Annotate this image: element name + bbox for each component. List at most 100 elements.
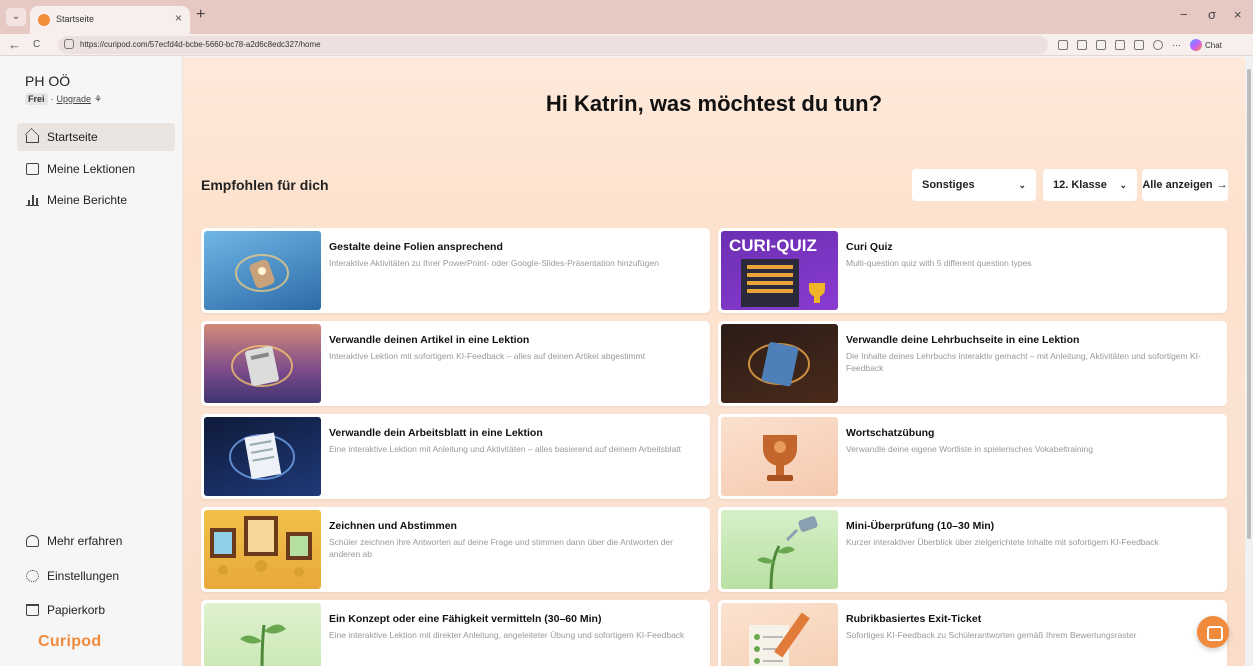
sidebar-item-startseite[interactable]: Startseite	[17, 123, 175, 151]
upgrade-icon: ⚘	[94, 93, 103, 104]
chevron-down-icon: ⌄	[1018, 179, 1026, 190]
subject-select[interactable]: Sonstiges ⌄	[912, 169, 1036, 201]
card-title: Verwandle deine Lehrbuchseite in eine Le…	[846, 334, 1080, 346]
support-chat-button[interactable]	[1197, 616, 1229, 648]
arrow-right-icon: →	[1216, 179, 1228, 191]
concept-thumbnail	[204, 603, 321, 666]
sidebar-item-papierkorb[interactable]: Papierkorb	[17, 596, 175, 624]
section-title: Empfohlen für dich	[201, 177, 329, 193]
browser-tab-strip: ⌄ Startseite × + − σ ×	[0, 0, 1253, 34]
show-all-button[interactable]: Alle anzeigen →	[1142, 169, 1228, 201]
grade-select-value: 12. Klasse	[1053, 179, 1107, 191]
gear-icon	[26, 570, 39, 582]
sidebar-item-label: Papierkorb	[47, 603, 106, 617]
sprout-illustration	[240, 624, 286, 666]
quiz-thumbnail: CURI-QUIZ	[721, 231, 838, 310]
url-text: https://curipod.com/57ecfd4d-bcbe-5660-b…	[80, 40, 321, 49]
textbook-illustration	[748, 342, 810, 387]
card-description: Eine interaktive Lektion mit Anleitung u…	[329, 444, 682, 454]
template-card-lehrbuch[interactable]: Verwandle deine Lehrbuchseite in eine Le…	[718, 321, 1227, 406]
template-card-konzept[interactable]: Ein Konzept oder eine Fähigkeit vermitte…	[201, 600, 710, 666]
chat-label: Chat	[1205, 40, 1222, 50]
card-description: Verwandle deine eigene Wortliste in spie…	[846, 444, 1093, 454]
template-card-artikel[interactable]: Verwandle deinen Artikel in eine Lektion…	[201, 321, 710, 406]
back-button[interactable]: ←	[8, 37, 21, 52]
new-tab-button[interactable]: +	[196, 6, 205, 24]
zoom-icon[interactable]	[1058, 40, 1068, 50]
template-card-curi-quiz[interactable]: CURI-QUIZ Curi Quiz Multi-question quiz …	[718, 228, 1227, 313]
presentation-thumbnail	[204, 231, 321, 310]
show-all-label: Alle anzeigen	[1142, 179, 1213, 191]
read-aloud-icon[interactable]	[1077, 40, 1087, 50]
template-card-zeichnen[interactable]: Zeichnen und Abstimmen Schüler zeichnen …	[201, 507, 710, 592]
favorite-star-icon[interactable]	[1096, 40, 1106, 50]
sidebar-item-einstellungen[interactable]: Einstellungen	[17, 562, 175, 590]
grade-select[interactable]: 12. Klasse ⌄	[1043, 169, 1137, 201]
quiz-board-illustration: CURI-QUIZ	[729, 236, 825, 307]
card-title: Wortschatzübung	[846, 427, 935, 439]
card-title: Rubrikbasiertes Exit-Ticket	[846, 613, 982, 625]
template-card-exit-ticket[interactable]: Rubrikbasiertes Exit-Ticket Sofortiges K…	[718, 600, 1227, 666]
card-description: Eine interaktive Lektion mit direkter An…	[329, 630, 685, 640]
template-card-arbeitsblatt[interactable]: Verwandle dein Arbeitsblatt in eine Lekt…	[201, 414, 710, 499]
subject-select-value: Sonstiges	[922, 179, 975, 191]
bar-chart-icon	[26, 194, 39, 206]
chevron-down-icon[interactable]: ⌄	[6, 8, 26, 26]
exit-ticket-thumbnail	[721, 603, 838, 666]
article-tablet-illustration	[231, 345, 293, 387]
site-info-icon[interactable]	[64, 39, 74, 49]
card-description: Schüler zeichnen ihre Antworten auf dein…	[329, 537, 673, 559]
chevron-down-icon: ⌄	[1119, 179, 1127, 190]
scrollbar-thumb[interactable]	[1247, 69, 1251, 539]
browser-tab[interactable]: Startseite ×	[30, 6, 190, 34]
sidebar-item-mehr-erfahren[interactable]: Mehr erfahren	[17, 527, 175, 555]
copilot-chat-button[interactable]: Chat	[1190, 39, 1222, 51]
curipod-logo[interactable]: Curipod	[38, 633, 101, 651]
template-card-wortschatz[interactable]: Wortschatzübung Verwandle deine eigene W…	[718, 414, 1227, 499]
remote-clicker-illustration	[235, 254, 289, 292]
worksheet-illustration	[229, 432, 295, 480]
browser-toolbar: ··· Chat	[1058, 38, 1222, 52]
template-card-folien[interactable]: Gestalte deine Folien ansprechend Intera…	[201, 228, 710, 313]
tab-close-icon[interactable]: ×	[175, 11, 182, 25]
sidebar: PH OÖ Frei · Upgrade ⚘ Startseite Meine …	[0, 57, 183, 666]
graduation-cap-icon	[26, 535, 39, 547]
extensions-icon[interactable]	[1115, 40, 1125, 50]
sidebar-item-label: Meine Berichte	[47, 193, 128, 207]
sidebar-item-meine-lektionen[interactable]: Meine Lektionen	[17, 155, 175, 183]
card-description: Multi-question quiz with 5 different que…	[846, 258, 1032, 268]
plan-separator: ·	[50, 94, 54, 104]
card-title: Verwandle dein Arbeitsblatt in eine Lekt…	[329, 427, 543, 439]
textbook-thumbnail	[721, 324, 838, 403]
copilot-icon	[1190, 39, 1202, 51]
card-title: Mini-Überprüfung (10–30 Min)	[846, 520, 995, 532]
folder-icon	[26, 163, 39, 175]
workspace-name: PH OÖ	[25, 73, 71, 89]
template-card-mini-ueberpruefung[interactable]: Mini-Überprüfung (10–30 Min) Kurzer inte…	[718, 507, 1227, 592]
sidebar-item-meine-berichte[interactable]: Meine Berichte	[17, 186, 175, 214]
card-description: Die Inhalte deines Lehrbuchs interaktiv …	[846, 351, 1201, 373]
more-menu-button[interactable]: ···	[1172, 40, 1181, 50]
page-scrollbar[interactable]	[1245, 57, 1253, 666]
checklist-pencil-illustration	[749, 612, 810, 666]
minimize-button[interactable]: −	[1180, 7, 1188, 22]
upgrade-link[interactable]: Upgrade	[57, 94, 92, 104]
card-title: Zeichnen und Abstimmen	[329, 520, 457, 532]
card-description: Interaktive Lektion mit sofortigem KI-Fe…	[329, 351, 646, 361]
address-bar-row: ← C https://curipod.com/57ecfd4d-bcbe-56…	[0, 34, 1253, 56]
main-content: Hi Katrin, was möchtest du tun? Empfohle…	[183, 57, 1245, 666]
card-title: Ein Konzept oder eine Fähigkeit vermitte…	[329, 613, 602, 625]
reload-button[interactable]: C	[33, 39, 40, 50]
sidebar-item-label: Meine Lektionen	[47, 162, 136, 176]
close-window-button[interactable]: ×	[1234, 7, 1242, 22]
plan-row: Frei · Upgrade ⚘	[25, 93, 102, 105]
restore-button[interactable]: σ	[1208, 7, 1216, 22]
profile-icon[interactable]	[1153, 40, 1163, 50]
trophy-illustration	[763, 435, 797, 481]
curipod-favicon-icon	[38, 14, 50, 26]
favorites-icon[interactable]	[1134, 40, 1144, 50]
url-field[interactable]: https://curipod.com/57ecfd4d-bcbe-5660-b…	[58, 36, 1048, 54]
worksheet-thumbnail	[204, 417, 321, 496]
card-description: Sofortiges KI-Feedback zu Schülerantwort…	[846, 630, 1137, 640]
watering-plant-illustration	[757, 516, 818, 589]
